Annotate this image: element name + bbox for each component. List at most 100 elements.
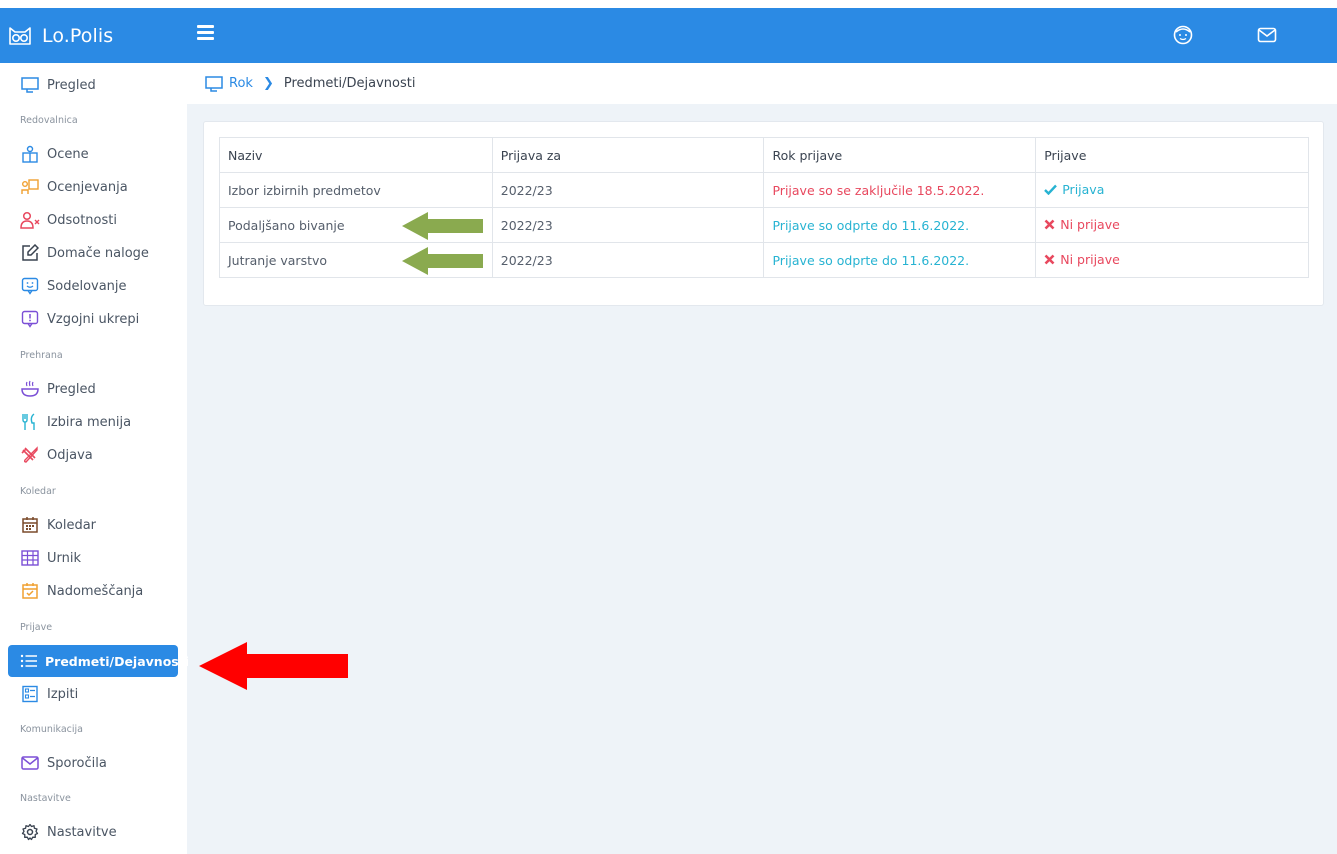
cell-prijava-za: 2022/23	[491, 242, 765, 278]
user-face-icon[interactable]	[1172, 24, 1194, 46]
sidebar-item-label: Izbira menija	[47, 414, 132, 430]
breadcrumb: Rok ❯ Predmeti/Dejavnosti	[187, 63, 1337, 104]
sidebar-item-label: Sodelovanje	[47, 278, 127, 294]
sidebar-item-label: Sporočila	[47, 755, 107, 771]
grade-people-icon	[20, 144, 40, 164]
section-redovalnica: Redovalnica	[20, 115, 78, 126]
sidebar-item-pregled[interactable]: Pregled	[8, 69, 178, 101]
sidebar-item-label: Ocenjevanja	[47, 179, 128, 195]
app-frame: Lo.Polis Pregled Redovalnica Ocene Ocenj…	[0, 8, 1337, 854]
logo-owl-icon	[9, 26, 31, 45]
cross-icon	[1044, 219, 1055, 230]
sidebar-item-label: Koledar	[47, 517, 97, 533]
breadcrumb-current: Predmeti/Dejavnosti	[283, 76, 416, 91]
app-title: Lo.Polis	[42, 24, 114, 47]
sidebar-item-domace-naloge[interactable]: Domače naloge	[8, 237, 178, 269]
sidebar-item-ocenjevanja[interactable]: Ocenjevanja	[8, 171, 178, 203]
mail-icon	[20, 753, 40, 773]
sidebar-item-nadomescanja[interactable]: Nadomeščanja	[8, 575, 178, 607]
sidebar-item-izbira-menija[interactable]: Izbira menija	[8, 406, 178, 438]
sidebar-item-odsotnosti[interactable]: Odsotnosti	[8, 204, 178, 236]
cutlery-icon	[20, 412, 40, 432]
status-link-ni-prijave[interactable]: Ni prijave	[1044, 217, 1120, 232]
sidebar-item-predmeti-dejavnosti[interactable]: Predmeti/Dejavnosti	[8, 645, 189, 677]
sidebar-item-sporocila[interactable]: Sporočila	[8, 747, 178, 779]
section-komunikacija: Komunikacija	[20, 724, 83, 735]
sidebar-item-label: Odjava	[47, 447, 93, 463]
status-label: Prijava	[1062, 182, 1105, 197]
monitor-icon	[205, 75, 223, 92]
sidebar-item-izpiti[interactable]: Izpiti	[8, 678, 178, 710]
sidebar-item-label: Pregled	[47, 77, 96, 93]
cutlery-cross-icon	[20, 445, 40, 465]
cell-status: Ni prijave	[1035, 242, 1309, 278]
content-card: Naziv Prijava za Rok prijave Prijave Izb…	[203, 121, 1324, 306]
sidebar-item-nastavitve[interactable]: Nastavitve	[8, 816, 178, 848]
breadcrumb-root-link[interactable]: Rok	[229, 76, 253, 91]
cell-prijava-za: 2022/23	[491, 207, 765, 243]
column-header-rok-prijave: Rok prijave	[763, 137, 1037, 173]
sidebar-item-label: Nadomeščanja	[47, 583, 144, 599]
sidebar-item-label: Nastavitve	[47, 824, 117, 840]
calendar-check-icon	[20, 581, 40, 601]
sidebar-item-label: Pregled	[47, 381, 96, 397]
teacher-board-icon	[20, 177, 40, 197]
sidebar-item-label: Predmeti/Dejavnosti	[45, 653, 189, 669]
section-nastavitve: Nastavitve	[20, 793, 71, 804]
monitor-icon	[20, 75, 40, 95]
cell-rok: Prijave so odprte do 11.6.2022.	[763, 207, 1037, 243]
sidebar-item-koledar[interactable]: Koledar	[8, 509, 178, 541]
top-bar: Lo.Polis	[0, 8, 1337, 63]
sidebar-item-ocene[interactable]: Ocene	[8, 138, 178, 170]
checklist-icon	[20, 684, 40, 704]
cell-naziv: Izbor izbirnih predmetov	[219, 172, 493, 208]
food-bowl-icon	[20, 379, 40, 399]
edit-icon	[20, 243, 40, 263]
table-grid-icon	[20, 548, 40, 568]
status-link-ni-prijave[interactable]: Ni prijave	[1044, 252, 1120, 267]
list-icon	[20, 651, 38, 671]
section-prehrana: Prehrana	[20, 350, 63, 361]
status-label: Ni prijave	[1060, 217, 1120, 232]
cell-status: Ni prijave	[1035, 207, 1309, 243]
calendar-icon	[20, 515, 40, 535]
sidebar: Pregled Redovalnica Ocene Ocenjevanja Od…	[0, 63, 189, 854]
section-koledar: Koledar	[20, 486, 56, 497]
table-row: Jutranje varstvo 2022/23 Prijave so odpr…	[219, 242, 1309, 278]
table-header-row: Naziv Prijava za Rok prijave Prijave	[219, 137, 1309, 173]
mail-icon[interactable]	[1256, 24, 1278, 46]
sidebar-item-odjava[interactable]: Odjava	[8, 439, 178, 471]
green-arrow-annotation	[402, 247, 483, 275]
red-arrow-annotation	[199, 642, 348, 690]
sidebar-item-prehrana-pregled[interactable]: Pregled	[8, 373, 178, 405]
check-icon	[1044, 184, 1058, 195]
section-prijave: Prijave	[20, 622, 53, 633]
cell-prijava-za: 2022/23	[491, 172, 765, 208]
cross-icon	[1044, 254, 1055, 265]
user-remove-icon	[20, 210, 40, 230]
chat-alert-icon	[20, 309, 40, 329]
column-header-prijave: Prijave	[1035, 137, 1309, 173]
status-label: Ni prijave	[1060, 252, 1120, 267]
sidebar-item-label: Vzgojni ukrepi	[47, 311, 140, 327]
cell-rok: Prijave so se zaključile 18.5.2022.	[763, 172, 1037, 208]
menu-icon[interactable]	[197, 25, 219, 45]
table-row: Izbor izbirnih predmetov 2022/23 Prijave…	[219, 172, 1309, 208]
chevron-right-icon: ❯	[262, 76, 274, 91]
status-link-prijava[interactable]: Prijava	[1044, 182, 1104, 197]
column-header-naziv: Naziv	[219, 137, 493, 173]
sidebar-item-label: Ocene	[47, 146, 89, 162]
cell-status: Prijava	[1035, 172, 1309, 208]
sidebar-item-sodelovanje[interactable]: Sodelovanje	[8, 270, 178, 302]
table-row: Podaljšano bivanje 2022/23 Prijave so od…	[219, 207, 1309, 243]
chat-smile-icon	[20, 276, 40, 296]
sidebar-item-label: Izpiti	[47, 686, 79, 702]
column-header-prijava-za: Prijava za	[491, 137, 765, 173]
brand[interactable]: Lo.Polis	[0, 8, 187, 63]
applications-table: Naziv Prijava za Rok prijave Prijave Izb…	[219, 137, 1309, 278]
sidebar-item-urnik[interactable]: Urnik	[8, 542, 178, 574]
sidebar-item-label: Urnik	[47, 550, 82, 566]
sidebar-item-label: Odsotnosti	[47, 212, 117, 228]
cell-rok: Prijave so odprte do 11.6.2022.	[763, 242, 1037, 278]
sidebar-item-vzgojni-ukrepi[interactable]: Vzgojni ukrepi	[8, 303, 178, 335]
